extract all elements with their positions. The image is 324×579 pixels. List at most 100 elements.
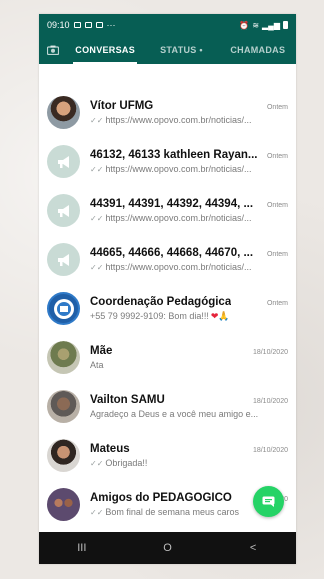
new-chat-button[interactable]: [253, 486, 284, 517]
notification-icon: [73, 22, 81, 28]
chat-row[interactable]: 44391, 44391, 44392, 44394, ... Ontem ✓✓ ht…: [39, 186, 296, 235]
chat-message: https://www.opovo.com.br/noticias/...: [105, 115, 252, 125]
chat-time: Ontem: [266, 299, 288, 307]
chat-row[interactable]: Coordenação Pedagógica Ontem +55 79 9992-9…: [39, 284, 296, 333]
chat-body: Vítor UFMG Ontem ✓✓ https://www.opovo.com.b…: [90, 100, 288, 125]
avatar[interactable]: [47, 341, 80, 374]
read-ticks-icon: ✓✓: [90, 115, 104, 125]
chat-name: 46132, 46133 kathleen Rayan...: [90, 149, 258, 161]
megaphone-icon: [57, 253, 69, 266]
chat-time: Ontem: [266, 251, 288, 258]
chat-message: https://www.opovo.com.br/noticias/...: [105, 164, 252, 174]
avatar[interactable]: [47, 390, 80, 423]
notification-icon: [84, 22, 92, 28]
chat-message: +55 79 9992-9109: Bom dia!!!: [90, 311, 209, 321]
signal-icon: ▂▄▆: [262, 20, 280, 30]
read-ticks-icon: ✓✓: [90, 262, 104, 272]
chat-preview: ✓✓ https://www.opovo.com.br/noticias/...: [90, 262, 288, 272]
chat-name: 44391, 44391, 44392, 44394, ...: [90, 198, 254, 210]
group-avatar[interactable]: [47, 243, 80, 276]
chat-name: Mateus: [90, 443, 130, 455]
chat-header: Coordenação Pedagógica Ontem: [90, 296, 288, 308]
chat-time: 18/10/2020: [252, 398, 288, 405]
battery-icon: [283, 21, 288, 29]
chat-row[interactable]: Vítor UFMG Ontem ✓✓ https://www.opovo.com.b…: [39, 88, 296, 137]
home-button[interactable]: O: [147, 542, 187, 554]
chat-message: https://www.opovo.com.br/noticias/...: [105, 213, 252, 223]
tab-conversas[interactable]: CONVERSAS: [67, 36, 143, 64]
chat-body: 44391, 44391, 44392, 44394, ... Ontem ✓✓ ht…: [90, 198, 288, 223]
chat-name: Mãe: [90, 345, 113, 357]
chat-row[interactable]: 44665, 44666, 44668, 44670, ... Ontem ✓✓ ht…: [39, 235, 296, 284]
chat-body: Mãe 18/10/2020 Ata: [90, 345, 288, 370]
camera-tab[interactable]: [39, 36, 67, 64]
chat-icon: [262, 496, 275, 507]
chat-name: Vailton SAMU: [90, 394, 165, 406]
recent-apps-button[interactable]: III: [62, 542, 102, 554]
status-bar: 09:10 ··· ⏰ ≋ ▂▄▆: [39, 14, 296, 36]
chat-row[interactable]: 46132, 46133 kathleen Rayan... Ontem ✓✓ htt…: [39, 137, 296, 186]
chat-preview: ✓✓ https://www.opovo.com.br/noticias/...: [90, 115, 288, 125]
avatar[interactable]: [47, 488, 80, 521]
chat-name: Coordenação Pedagógica: [90, 295, 232, 308]
tab-status[interactable]: STATUS •: [143, 36, 219, 64]
chat-message: Ata: [90, 360, 104, 370]
avatar[interactable]: [47, 96, 80, 129]
chat-name: Amigos do PEDAGÓGICO: [90, 492, 232, 504]
chat-header: 46132, 46133 kathleen Rayan... Ontem: [90, 149, 288, 161]
chat-list[interactable]: Vítor UFMG Ontem ✓✓ https://www.opovo.com.b…: [39, 64, 296, 532]
chat-header: 44391, 44391, 44392, 44394, ... Ontem: [90, 198, 288, 210]
chat-preview: ✓✓ https://www.opovo.com.br/noticias/...: [90, 164, 288, 174]
chat-header: Vítor UFMG Ontem: [90, 100, 288, 112]
chat-preview: Agradeço a Deus e a você meu amigo e...: [90, 409, 288, 419]
chat-row[interactable]: Mateus 18/10/2020 ✓✓ Obrigada!!: [39, 431, 296, 480]
group-avatar[interactable]: [47, 194, 80, 227]
chat-body: Coordenação Pedagógica Ontem +55 79 9992-9…: [90, 296, 288, 322]
chat-preview: +55 79 9992-9109: Bom dia!!! ❤🙏: [90, 311, 288, 322]
chat-body: 46132, 46133 kathleen Rayan... Ontem ✓✓ htt…: [90, 149, 288, 174]
chat-name: Vítor UFMG: [90, 100, 154, 112]
wifi-icon: ≋: [252, 20, 260, 30]
chat-row[interactable]: Vailton SAMU 18/10/2020 Agradeço a Deus e …: [39, 382, 296, 431]
chat-body: Vailton SAMU 18/10/2020 Agradeço a Deus e …: [90, 394, 288, 419]
megaphone-icon: [57, 155, 69, 168]
tab-chamadas[interactable]: CHAMADAS: [220, 36, 296, 64]
avatar[interactable]: [47, 439, 80, 472]
chat-header: Mãe 18/10/2020: [90, 345, 288, 357]
chat-time: Ontem: [266, 202, 288, 209]
chat-header: 44665, 44666, 44668, 44670, ... Ontem: [90, 247, 288, 259]
chat-header: Vailton SAMU 18/10/2020: [90, 394, 288, 406]
chat-message: https://www.opovo.com.br/noticias/...: [105, 262, 252, 272]
chat-body: 44665, 44666, 44668, 44670, ... Ontem ✓✓ ht…: [90, 247, 288, 272]
emoji-heart-pray-icon: ❤🙏: [210, 310, 230, 321]
notification-icon: [95, 22, 103, 28]
status-more: ···: [106, 20, 116, 30]
chat-time: Ontem: [266, 153, 288, 160]
megaphone-icon: [57, 204, 69, 217]
read-ticks-icon: ✓✓: [90, 458, 104, 468]
school-logo-icon: [53, 298, 74, 319]
chat-body: Mateus 18/10/2020 ✓✓ Obrigada!!: [90, 443, 288, 468]
chat-preview: Ata: [90, 360, 288, 370]
chat-time: Ontem: [266, 104, 288, 111]
chat-time: 18/10/2020: [252, 447, 288, 454]
chat-preview: ✓✓ Obrigada!!: [90, 458, 288, 468]
avatar[interactable]: [47, 292, 80, 325]
group-avatar[interactable]: [47, 145, 80, 178]
chat-time: 18/10/2020: [252, 349, 288, 356]
system-nav-bar: III O <: [39, 532, 296, 564]
camera-icon: [47, 45, 59, 55]
status-time: 09:10: [47, 20, 70, 30]
tab-bar: CONVERSAS STATUS • CHAMADAS: [39, 36, 296, 64]
read-ticks-icon: ✓✓: [90, 164, 104, 174]
chat-message: Bom final de semana meus caros: [105, 507, 239, 517]
chat-preview: ✓✓ https://www.opovo.com.br/noticias/...: [90, 213, 288, 223]
back-button[interactable]: <: [233, 542, 273, 554]
chat-header: Mateus 18/10/2020: [90, 443, 288, 455]
chat-message: Agradeço a Deus e a você meu amigo e...: [90, 409, 259, 419]
phone-screen: 09:10 ··· ⏰ ≋ ▂▄▆ CONVERSAS STATUS • CHA…: [39, 14, 296, 564]
chat-name: 44665, 44666, 44668, 44670, ...: [90, 247, 254, 259]
read-ticks-icon: ✓✓: [90, 213, 104, 223]
read-ticks-icon: ✓✓: [90, 507, 104, 517]
chat-row[interactable]: Mãe 18/10/2020 Ata: [39, 333, 296, 382]
